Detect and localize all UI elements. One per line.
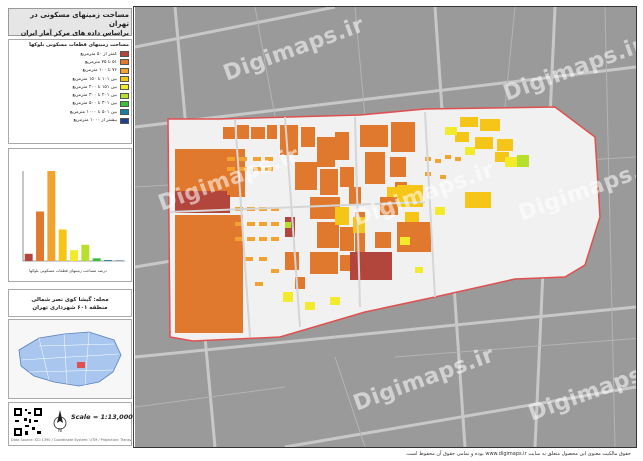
legend-item: بین ۳۰۱ تا ۵۰۰ مترمربع <box>11 100 129 108</box>
chart-bar <box>81 244 90 261</box>
legend-item: کمتر از ۵۰ مترمربع <box>11 50 129 58</box>
legend-swatch <box>120 117 129 124</box>
qr-code-icon <box>13 407 43 437</box>
legend-label: بین ۱۰۱ تا ۱۵۰ مترمربع <box>72 76 117 82</box>
legend-label: بیشتر از ۱۰۰۰ مترمربع <box>73 118 117 124</box>
map-title: مساحت زمینهای مسکونی در تهران براساس داد… <box>8 8 132 37</box>
map-info-box: N Scale = 1:13,000 Data Source: SCI 1390… <box>8 402 133 446</box>
legend-swatch <box>120 109 129 116</box>
legend-item: بین ۱۵۱ تا ۲۰۰ مترمربع <box>11 83 129 91</box>
legend-label: بین ۱۵۱ تا ۲۰۰ مترمربع <box>72 84 117 90</box>
legend-swatch <box>120 84 129 91</box>
legend-item: ۷۶ تا ۱۰۰ مترمربع <box>11 67 129 75</box>
legend-swatch <box>120 51 129 58</box>
legend-item: بین ۵۰۱ تا ۱۰۰۰ مترمربع <box>11 108 129 116</box>
legend-label: ۵۱ تا ۷۵ مترمربع <box>84 59 117 65</box>
legend-list: کمتر از ۵۰ مترمربع ۵۱ تا ۷۵ مترمربع ۷۶ تا … <box>11 50 129 125</box>
chart-bar <box>47 171 56 261</box>
inset-map-canvas <box>18 331 122 387</box>
map-view[interactable]: Digimaps.ir Digimaps.ir Digimaps.ir Digi… <box>135 7 636 447</box>
legend-item: بین ۲۰۱ تا ۳۰۰ مترمربع <box>11 91 129 99</box>
legend: مساحت زمینهای قطعات مسکونی بلوکها کمتر ا… <box>8 39 132 144</box>
legend-panel: مساحت زمینهای مسکونی در تهران براساس داد… <box>6 6 134 448</box>
legend-swatch <box>120 67 129 74</box>
location-line1: محله: گیشا کوی نصر شمالی <box>31 297 109 303</box>
parcel-block <box>350 252 392 280</box>
map-scale: Scale = 1:13,000 <box>71 413 133 421</box>
legend-swatch <box>120 92 129 99</box>
title-line2: براساس داده های مرکز آمار ایران <box>20 29 129 37</box>
chart-bar <box>58 229 67 261</box>
legend-item: ۵۱ تا ۷۵ مترمربع <box>11 58 129 66</box>
legend-label: بین ۵۰۱ تا ۱۰۰۰ مترمربع <box>69 109 117 115</box>
legend-heading: مساحت زمینهای قطعات مسکونی بلوکها <box>29 42 129 48</box>
chart-bar <box>36 211 44 261</box>
title-line1: مساحت زمینهای مسکونی در تهران <box>30 11 129 28</box>
legend-label: بین ۳۰۱ تا ۵۰۰ مترمربع <box>72 101 117 107</box>
legend-label: کمتر از ۵۰ مترمربع <box>80 51 117 57</box>
inset-map <box>8 319 132 399</box>
data-credit: Data Source: SCI 1390 / Coordinate Syste… <box>11 438 131 442</box>
north-arrow-icon: N <box>53 410 67 433</box>
legend-item: بین ۱۰۱ تا ۱۵۰ مترمربع <box>11 75 129 83</box>
chart-bar <box>24 253 33 261</box>
copyright-footer: حقوق مالکیت معنوی این محصول متعلق به سای… <box>405 451 631 457</box>
chart-caption: درصد مساحت زمینهای قطعات مسکونی بلوکها <box>29 268 107 273</box>
legend-label: ۷۶ تا ۱۰۰ مترمربع <box>82 68 117 74</box>
legend-swatch <box>120 100 129 107</box>
parcel-block <box>175 215 243 333</box>
bar-chart <box>8 148 132 282</box>
chart-bar <box>70 250 78 261</box>
legend-swatch <box>120 76 129 83</box>
legend-label: بین ۲۰۱ تا ۳۰۰ مترمربع <box>72 93 117 99</box>
legend-swatch <box>120 59 129 66</box>
location-line2: منطقه ۶۰۱ شهرداری تهران <box>32 305 108 311</box>
chart-bar <box>104 260 112 261</box>
svg-text:N: N <box>58 428 62 433</box>
location-info: محله: گیشا کوی نصر شمالی منطقه ۶۰۱ شهردا… <box>8 289 132 317</box>
bar-chart-canvas <box>22 171 125 262</box>
chart-bar <box>92 258 101 261</box>
inset-highlight <box>77 362 85 368</box>
legend-item: بیشتر از ۱۰۰۰ مترمربع <box>11 116 129 124</box>
